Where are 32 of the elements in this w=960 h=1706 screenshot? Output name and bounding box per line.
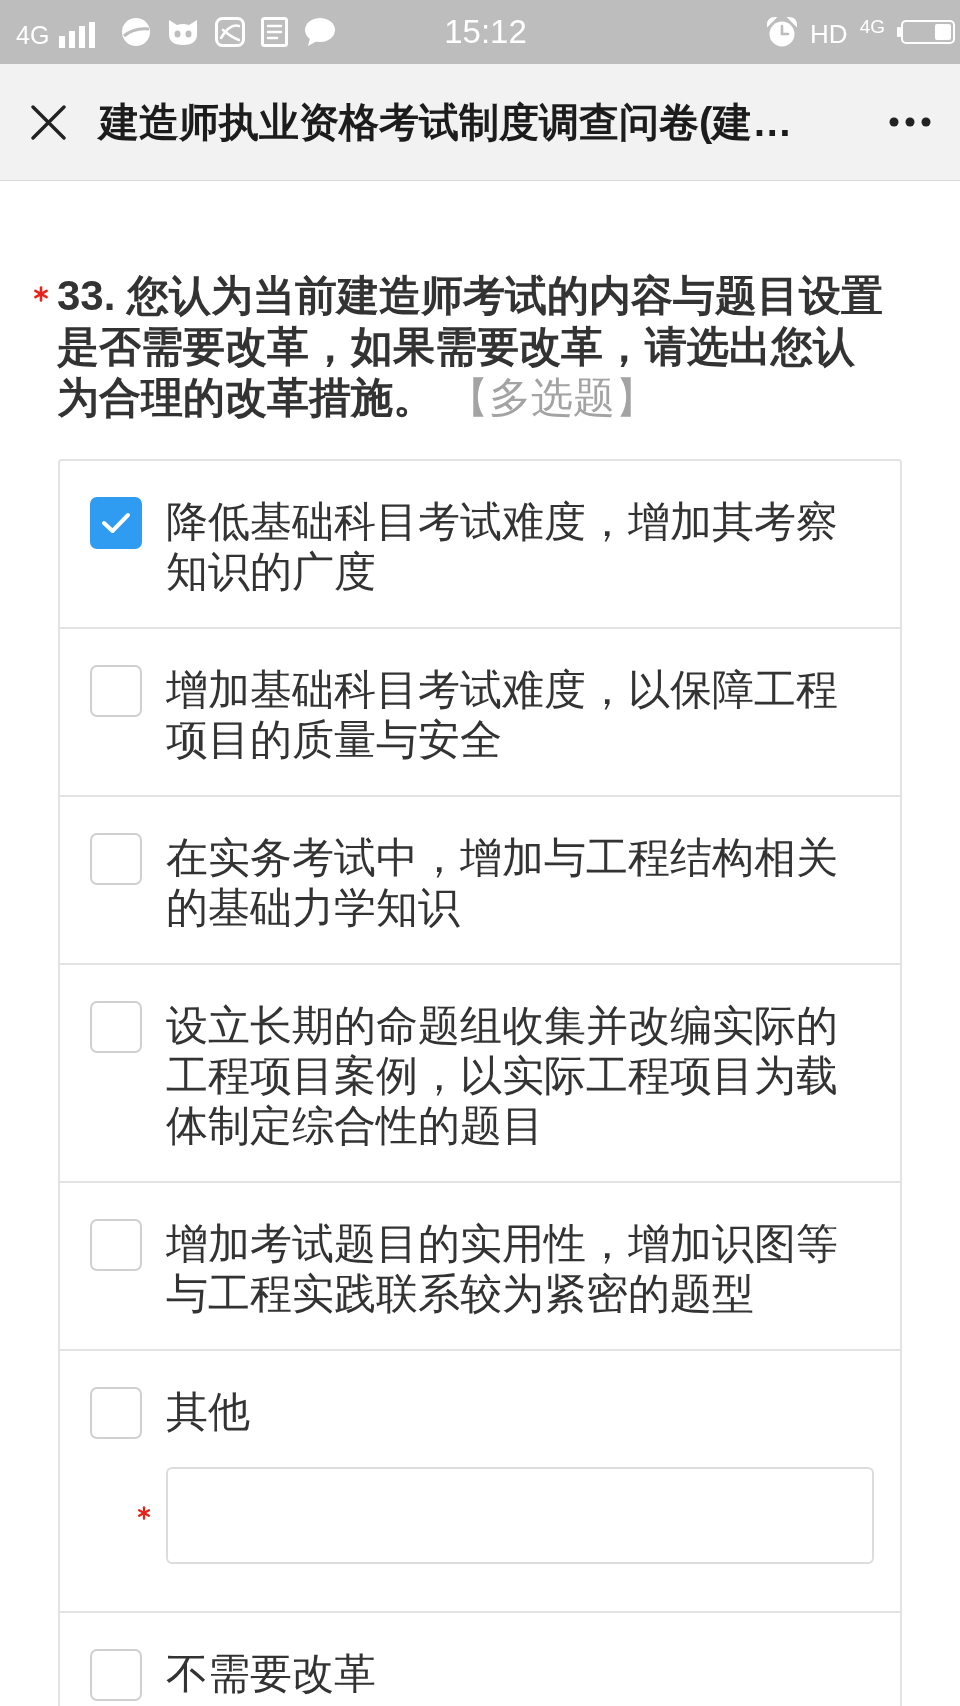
option-label[interactable]: 不需要改革	[166, 1649, 874, 1701]
network-type-text: 4G	[859, 16, 885, 38]
option-label[interactable]: 设立长期的命题组收集并改编实际的工程项目案例，以实际工程项目为载体制定综合性的题目	[166, 1001, 874, 1151]
alarm-clock-icon	[766, 16, 799, 48]
document-icon	[261, 17, 289, 47]
checkbox[interactable]	[90, 833, 142, 885]
checkbox[interactable]	[90, 665, 142, 717]
question-text: 33. 您认为当前建造师考试的内容与题目设置是否需要改革，如果需要改革，请选出您认为合理的改革措施。 【多选题】	[57, 271, 885, 423]
signal-bars-icon	[59, 22, 98, 48]
checkbox[interactable]	[90, 1387, 142, 1439]
page-title: 建造师执业资格考试制度调查问卷(建…	[99, 99, 794, 146]
chat-bubble-icon	[304, 17, 337, 47]
checkbox[interactable]	[90, 1001, 142, 1053]
option-label[interactable]: 增加考试题目的实用性，增加识图等与工程实践联系较为紧密的题型	[166, 1219, 874, 1319]
cat-face-icon	[167, 18, 200, 46]
text-input-field[interactable]	[166, 1467, 874, 1564]
checkbox[interactable]	[90, 497, 142, 549]
network-type-text: 4G	[16, 20, 50, 50]
option-label[interactable]: 在实务考试中，增加与工程结构相关的基础力学知识	[166, 833, 874, 933]
checkbox[interactable]	[90, 1649, 142, 1701]
option-label[interactable]: 降低基础科目考试难度，增加其考察知识的广度	[166, 497, 874, 597]
close-icon[interactable]	[31, 104, 66, 140]
checkbox[interactable]	[90, 1219, 142, 1271]
checkmark-icon	[101, 511, 131, 535]
more-icon[interactable]	[889, 117, 931, 127]
option-label[interactable]: 增加基础科目考试难度，以保障工程项目的质量与安全	[166, 665, 874, 765]
hd-text: HD	[810, 19, 848, 49]
clock-time: 15:12	[444, 12, 527, 52]
battery-icon	[897, 20, 955, 44]
option-label[interactable]: 其他	[166, 1387, 874, 1439]
ball-icon	[121, 17, 152, 47]
swoosh-square-icon	[215, 17, 246, 47]
